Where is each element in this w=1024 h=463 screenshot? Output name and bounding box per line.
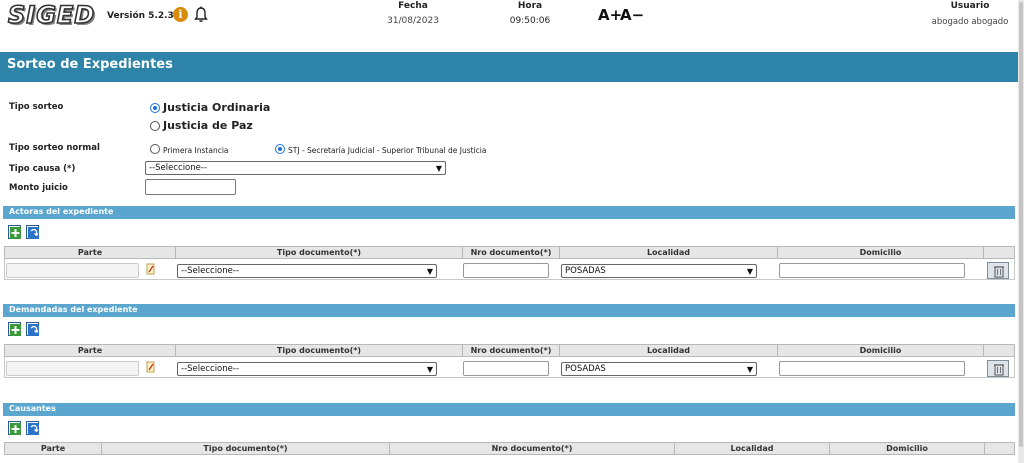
causantes-table-header: Parte Tipo documento(*) Nro documento(*)… bbox=[4, 442, 1015, 455]
fecha-label: Fecha bbox=[398, 1, 428, 11]
scrollbar-thumb[interactable] bbox=[1019, 2, 1023, 447]
actoras-localidad-value: POSADAS bbox=[565, 266, 606, 276]
actoras-localidad-select[interactable]: POSADAS ▼ bbox=[561, 264, 757, 278]
demandadas-localidad-select[interactable]: POSADAS ▼ bbox=[561, 362, 757, 376]
chevron-down-icon: ▼ bbox=[435, 164, 442, 173]
chevron-down-icon: ▼ bbox=[746, 267, 753, 276]
radio-justicia-ordinaria[interactable] bbox=[150, 103, 160, 113]
demandadas-delete-button[interactable] bbox=[987, 360, 1009, 377]
usuario-label: Usuario bbox=[950, 1, 990, 11]
page-title-bar: Sorteo de Expedientes bbox=[0, 51, 1018, 82]
radio-justicia-ordinaria-label[interactable]: Justicia Ordinaria bbox=[163, 101, 270, 114]
actoras-section-title: Actoras del expediente bbox=[9, 207, 114, 216]
radio-primera-instancia[interactable] bbox=[150, 144, 160, 154]
trash-icon bbox=[994, 266, 1004, 278]
actoras-add-button[interactable] bbox=[8, 225, 21, 239]
tipo-causa-select[interactable]: --Seleccione-- ▼ bbox=[145, 161, 446, 175]
add-row-icon bbox=[10, 227, 21, 239]
demandadas-add-button[interactable] bbox=[8, 322, 21, 336]
hora-label: Hora bbox=[517, 1, 543, 11]
monto-juicio-input[interactable] bbox=[145, 179, 236, 195]
causantes-section-title: Causantes bbox=[9, 404, 56, 413]
page-title: Sorteo de Expedientes bbox=[7, 57, 173, 72]
top-header: SIGED Versión 5.2.3 i Fecha 31/08/2023 H… bbox=[0, 0, 1018, 50]
actoras-parte-input bbox=[6, 263, 139, 278]
col-domicilio: Domicilio bbox=[778, 247, 984, 258]
actoras-section-header: Actoras del expediente bbox=[3, 206, 1015, 219]
version-label: Versión 5.2.3 bbox=[107, 11, 174, 21]
tipo-sorteo-label: Tipo sorteo bbox=[9, 102, 64, 112]
actoras-delete-button[interactable] bbox=[987, 262, 1009, 279]
actoras-table-header: Parte Tipo documento(*) Nro documento(*)… bbox=[4, 246, 1015, 259]
fecha-value: 31/08/2023 bbox=[387, 16, 439, 26]
causantes-section-header: Causantes bbox=[3, 403, 1015, 416]
add-row-icon bbox=[10, 423, 21, 435]
demandadas-domicilio-input[interactable] bbox=[779, 361, 965, 376]
chevron-down-icon: ▼ bbox=[746, 365, 753, 374]
actoras-nro-documento-input[interactable] bbox=[463, 263, 549, 278]
demandadas-parte-input bbox=[6, 361, 139, 376]
refresh-icon bbox=[28, 423, 39, 435]
tipo-sorteo-normal-label: Tipo sorteo normal bbox=[9, 143, 100, 153]
col-tipo-documento: Tipo documento(*) bbox=[176, 247, 463, 258]
col-nro-documento: Nro documento(*) bbox=[463, 345, 560, 356]
demandadas-localidad-value: POSADAS bbox=[565, 364, 606, 374]
col-nro-documento: Nro documento(*) bbox=[463, 247, 560, 258]
actoras-domicilio-input[interactable] bbox=[779, 263, 965, 278]
radio-stj-label[interactable]: STJ - Secretaría Judicial - Superior Tri… bbox=[288, 146, 486, 155]
col-parte: Parte bbox=[5, 247, 176, 258]
col-nro-documento: Nro documento(*) bbox=[390, 443, 675, 454]
hora-value: 09:50:06 bbox=[509, 16, 551, 26]
monto-juicio-label: Monto juicio bbox=[9, 183, 68, 193]
col-localidad: Localidad bbox=[560, 247, 778, 258]
bell-icon[interactable] bbox=[193, 6, 209, 23]
radio-justicia-de-paz-label[interactable]: Justicia de Paz bbox=[163, 119, 253, 132]
col-localidad: Localidad bbox=[560, 345, 778, 356]
demandadas-table-header: Parte Tipo documento(*) Nro documento(*)… bbox=[4, 344, 1015, 357]
col-tipo-documento: Tipo documento(*) bbox=[176, 345, 463, 356]
demandadas-tipo-documento-select[interactable]: --Seleccione-- ▼ bbox=[177, 362, 437, 376]
demandadas-refresh-button[interactable] bbox=[26, 322, 39, 336]
trash-icon bbox=[994, 364, 1004, 376]
tipo-causa-label: Tipo causa (*) bbox=[9, 164, 76, 174]
font-decrease-button[interactable]: A− bbox=[620, 6, 644, 24]
actoras-tipo-documento-select[interactable]: --Seleccione-- ▼ bbox=[177, 264, 437, 278]
demandadas-section-title: Demandadas del expediente bbox=[9, 305, 138, 314]
col-parte: Parte bbox=[5, 443, 102, 454]
radio-stj[interactable] bbox=[275, 144, 285, 154]
info-icon[interactable]: i bbox=[173, 7, 188, 22]
chevron-down-icon: ▼ bbox=[426, 267, 433, 276]
demandadas-tipo-documento-value: --Seleccione-- bbox=[181, 364, 240, 374]
col-parte: Parte bbox=[5, 345, 176, 356]
chevron-down-icon: ▼ bbox=[426, 365, 433, 374]
demandadas-nro-documento-input[interactable] bbox=[463, 361, 549, 376]
causantes-add-button[interactable] bbox=[8, 421, 21, 435]
pencil-icon[interactable] bbox=[146, 361, 156, 373]
refresh-icon bbox=[28, 227, 39, 239]
font-increase-button[interactable]: A+ bbox=[598, 6, 622, 24]
actoras-refresh-button[interactable] bbox=[26, 225, 39, 239]
col-domicilio: Domicilio bbox=[830, 443, 985, 454]
col-domicilio: Domicilio bbox=[778, 345, 984, 356]
add-row-icon bbox=[10, 324, 21, 336]
tipo-causa-value: --Seleccione-- bbox=[149, 163, 208, 173]
siged-logo: SIGED bbox=[7, 0, 96, 30]
radio-primera-instancia-label[interactable]: Primera Instancia bbox=[163, 146, 229, 155]
usuario-value: abogado abogado bbox=[931, 17, 1009, 27]
actoras-tipo-documento-value: --Seleccione-- bbox=[181, 266, 240, 276]
refresh-icon bbox=[28, 324, 39, 336]
col-localidad: Localidad bbox=[675, 443, 830, 454]
pencil-icon[interactable] bbox=[146, 263, 156, 275]
col-tipo-documento: Tipo documento(*) bbox=[102, 443, 390, 454]
causantes-refresh-button[interactable] bbox=[26, 421, 39, 435]
demandadas-section-header: Demandadas del expediente bbox=[3, 304, 1015, 317]
radio-justicia-de-paz[interactable] bbox=[150, 121, 160, 131]
